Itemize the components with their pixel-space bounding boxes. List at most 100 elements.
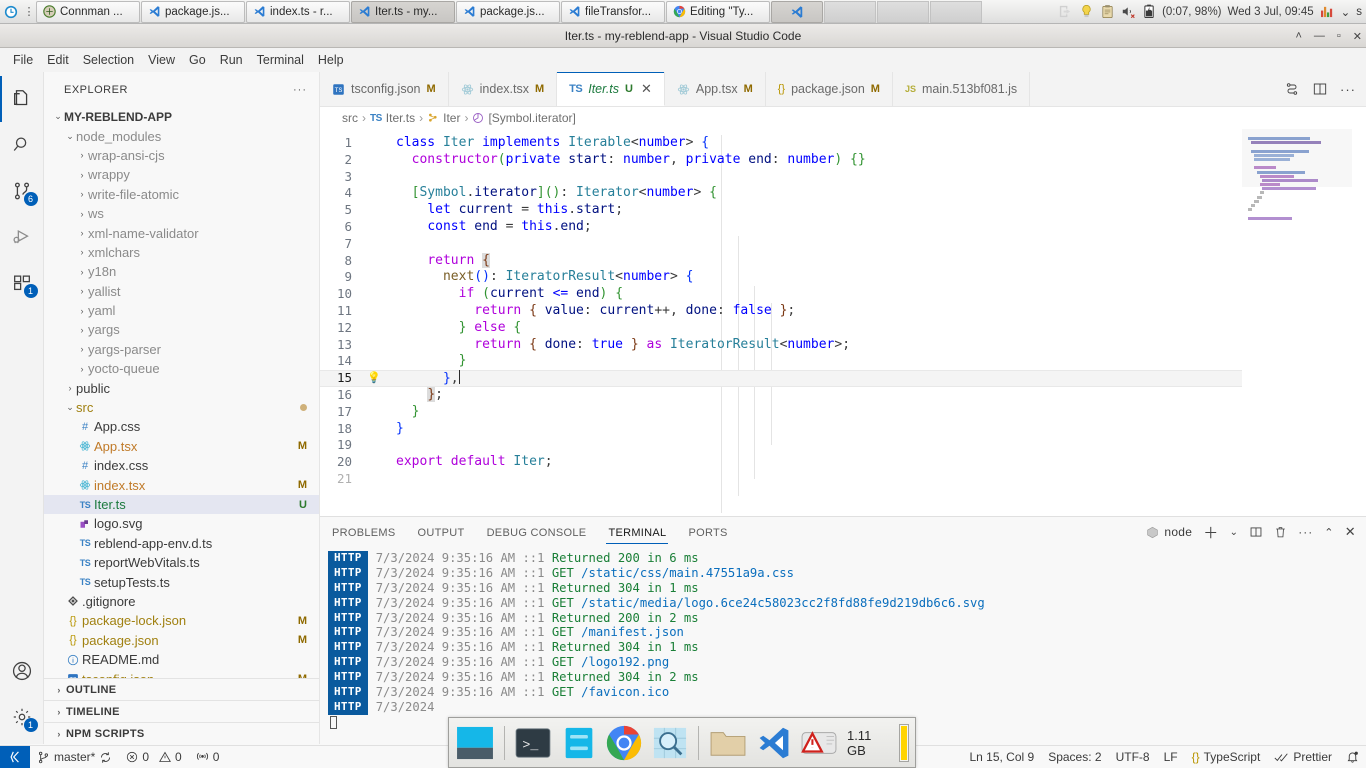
tab-problems[interactable]: PROBLEMS bbox=[330, 521, 398, 544]
tree-item-yaml[interactable]: › yaml bbox=[44, 301, 319, 320]
disk-warning-icon[interactable] bbox=[799, 723, 839, 763]
activity-item-run-debug[interactable] bbox=[0, 214, 44, 260]
menu-help[interactable]: Help bbox=[311, 51, 351, 69]
tab-close-icon[interactable]: ✕ bbox=[641, 81, 652, 97]
menu-selection[interactable]: Selection bbox=[76, 51, 141, 69]
breadcrumb-file[interactable]: Iter.ts bbox=[386, 111, 415, 125]
breadcrumb-src[interactable]: src bbox=[342, 111, 358, 125]
sidebar-section-npm-scripts[interactable]: › NPM SCRIPTS bbox=[44, 722, 319, 744]
lightbulb-quickfix-icon[interactable]: 💡 bbox=[366, 370, 382, 387]
tree-item-yargs[interactable]: › yargs bbox=[44, 320, 319, 339]
status-eol[interactable]: LF bbox=[1157, 746, 1185, 768]
tree-item-y18n[interactable]: › y18n bbox=[44, 262, 319, 281]
breadcrumb-class[interactable]: Iter bbox=[443, 111, 460, 125]
tree-item-root[interactable]: ⌄ MY-REBLEND-APP bbox=[44, 107, 319, 126]
tree-item-iter-ts[interactable]: TS Iter.ts U bbox=[44, 494, 319, 515]
tree-item-wrap-ansi-cjs[interactable]: › wrap-ansi-cjs bbox=[44, 146, 319, 165]
tree-item-yocto-queue[interactable]: › yocto-queue bbox=[44, 359, 319, 378]
activity-item-search[interactable] bbox=[0, 122, 44, 168]
file-manager-icon[interactable] bbox=[559, 723, 599, 763]
taskbar-item-filetransformer[interactable]: fileTransfor... bbox=[561, 0, 665, 23]
volume-muted-icon[interactable] bbox=[1121, 4, 1137, 19]
window-restore-button[interactable]: ˄ bbox=[1295, 30, 1301, 42]
folder-icon[interactable] bbox=[708, 723, 748, 763]
menu-run[interactable]: Run bbox=[213, 51, 250, 69]
taskbar-slot-empty-3[interactable] bbox=[930, 0, 982, 23]
battery-icon[interactable] bbox=[1143, 4, 1156, 19]
terminal-shell-selector[interactable]: node bbox=[1146, 525, 1192, 539]
status-problems[interactable]: 0 0 bbox=[119, 746, 188, 768]
activity-item-account[interactable] bbox=[0, 648, 44, 694]
code-editor[interactable]: 1 class Iter implements Iterable<number> … bbox=[320, 129, 1366, 516]
status-cursor-position[interactable]: Ln 15, Col 9 bbox=[962, 746, 1041, 768]
taskbar-menu-icon[interactable]: ⋮ bbox=[22, 5, 36, 18]
terminal-icon[interactable]: >_ bbox=[513, 723, 553, 763]
minimap-slider[interactable] bbox=[1242, 129, 1352, 187]
window-minimize-button[interactable]: — bbox=[1314, 30, 1325, 42]
tray-chevron-down-icon[interactable]: ⌄ bbox=[1341, 5, 1351, 19]
taskbar-item-connman[interactable]: Connman ... bbox=[36, 0, 140, 23]
sidebar-section-timeline[interactable]: › TIMELINE bbox=[44, 700, 319, 722]
clipboard-icon[interactable] bbox=[1100, 4, 1115, 19]
tree-item-gitignore[interactable]: .gitignore bbox=[44, 592, 319, 611]
close-panel-icon[interactable]: ✕ bbox=[1345, 524, 1356, 540]
tree-item-index-css[interactable]: # index.css bbox=[44, 456, 319, 475]
tree-item-public[interactable]: › public bbox=[44, 378, 319, 397]
kill-terminal-icon[interactable] bbox=[1274, 525, 1287, 539]
tree-item-node-modules[interactable]: ⌄ node_modules bbox=[44, 126, 319, 145]
tree-item-report-web-vitals[interactable]: TS reportWebVitals.ts bbox=[44, 553, 319, 572]
menu-edit[interactable]: Edit bbox=[40, 51, 76, 69]
tree-item-write-file-atomic[interactable]: › write-file-atomic bbox=[44, 185, 319, 204]
vscode-icon[interactable] bbox=[754, 723, 794, 763]
status-indentation[interactable]: Spaces: 2 bbox=[1041, 746, 1108, 768]
screenshot-icon[interactable] bbox=[650, 723, 690, 763]
clock-icon[interactable] bbox=[0, 5, 22, 19]
more-actions-icon[interactable]: ··· bbox=[1298, 525, 1313, 539]
system-monitor-icon[interactable] bbox=[1320, 5, 1335, 18]
tree-item-index-tsx[interactable]: index.tsx M bbox=[44, 475, 319, 494]
taskbar-item-iter-ts[interactable]: Iter.ts - my... bbox=[351, 0, 455, 23]
tab-iter-ts[interactable]: TS Iter.ts U ✕ bbox=[557, 72, 665, 106]
remote-window-button[interactable] bbox=[0, 745, 30, 768]
breadcrumb-symbol[interactable]: [Symbol.iterator] bbox=[488, 111, 575, 125]
desktop-icon[interactable] bbox=[455, 723, 495, 763]
tab-main-js[interactable]: JS main.513bf081.js bbox=[892, 72, 1031, 106]
menu-view[interactable]: View bbox=[141, 51, 182, 69]
tree-item-readme-md[interactable]: README.md bbox=[44, 650, 319, 669]
window-maximize-button[interactable]: ▫ bbox=[1337, 30, 1341, 42]
taskbar-item-package-js-1[interactable]: package.js... bbox=[141, 0, 245, 23]
tab-output[interactable]: OUTPUT bbox=[416, 521, 467, 544]
taskbar-item-vscode-active[interactable] bbox=[771, 0, 823, 23]
tab-tsconfig-json[interactable]: TS tsconfig.json M bbox=[320, 72, 449, 106]
tree-item-xml-name-validator[interactable]: › xml-name-validator bbox=[44, 223, 319, 242]
taskbar-slot-empty-2[interactable] bbox=[877, 0, 929, 23]
tab-index-tsx[interactable]: index.tsx M bbox=[448, 72, 558, 106]
minimap[interactable] bbox=[1242, 129, 1352, 516]
lightbulb-icon[interactable] bbox=[1079, 4, 1094, 19]
activity-item-settings[interactable]: 1 bbox=[0, 694, 44, 740]
tab-app-tsx[interactable]: App.tsx M bbox=[664, 72, 766, 106]
run-code-icon[interactable] bbox=[1284, 81, 1300, 97]
sidebar-section-outline[interactable]: › OUTLINE bbox=[44, 678, 319, 700]
tree-item-logo-svg[interactable]: logo.svg bbox=[44, 514, 319, 533]
tree-item-app-tsx[interactable]: App.tsx M bbox=[44, 437, 319, 456]
sync-icon[interactable] bbox=[99, 751, 112, 764]
split-editor-icon[interactable] bbox=[1312, 81, 1328, 97]
editor-vertical-scrollbar[interactable] bbox=[1352, 129, 1366, 516]
tree-item-app-css[interactable]: # App.css bbox=[44, 417, 319, 436]
taskbar-item-package-js-2[interactable]: package.js... bbox=[456, 0, 560, 23]
tree-item-yargs-parser[interactable]: › yargs-parser bbox=[44, 340, 319, 359]
tab-package-json[interactable]: {} package.json M bbox=[765, 72, 893, 106]
window-close-button[interactable]: ✕ bbox=[1353, 30, 1362, 43]
status-notifications[interactable] bbox=[1339, 746, 1366, 768]
chevron-down-icon[interactable]: ⌄ bbox=[1230, 527, 1239, 538]
taskbar-item-index-ts[interactable]: index.ts - r... bbox=[246, 0, 350, 23]
export-icon[interactable] bbox=[1058, 4, 1073, 19]
tab-debug-console[interactable]: DEBUG CONSOLE bbox=[485, 521, 589, 544]
status-language-mode[interactable]: {} TypeScript bbox=[1185, 746, 1268, 768]
tree-item-ws[interactable]: › ws bbox=[44, 204, 319, 223]
tab-terminal[interactable]: TERMINAL bbox=[606, 521, 669, 544]
maximize-panel-icon[interactable]: ⌃ bbox=[1324, 526, 1334, 539]
tree-item-package-lock-json[interactable]: {} package-lock.json M bbox=[44, 611, 319, 630]
activity-item-explorer[interactable] bbox=[0, 76, 44, 122]
